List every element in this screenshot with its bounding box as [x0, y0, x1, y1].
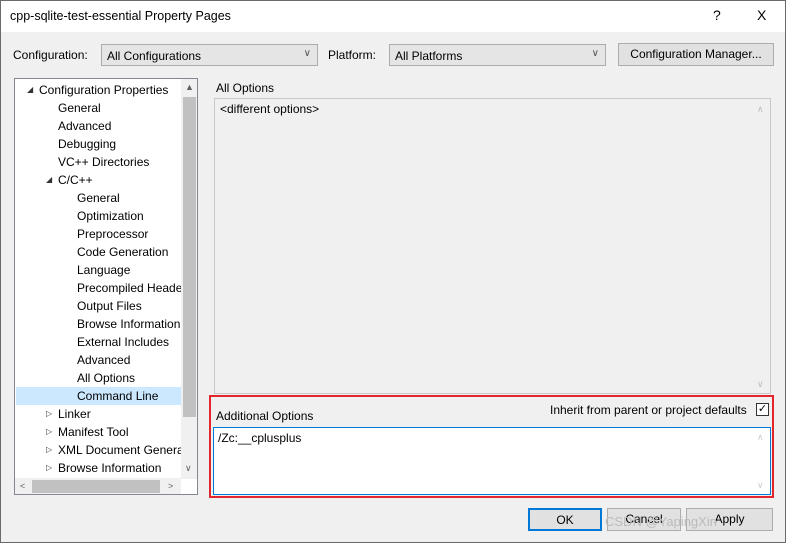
tree-item-label: Browse Information: [77, 317, 181, 331]
scroll-down-icon[interactable]: ∨: [185, 463, 192, 474]
chevron-down-icon: ∨: [303, 48, 311, 59]
tree-item-label: Advanced: [77, 353, 131, 367]
platform-value: All Platforms: [395, 49, 463, 63]
inherit-label: Inherit from parent or project defaults: [550, 403, 747, 417]
platform-select[interactable]: All Platforms ∨: [389, 44, 606, 66]
tree-horizontal-scrollbar[interactable]: < >: [15, 478, 181, 494]
all-options-label: All Options: [216, 81, 275, 95]
collapsed-arrow-icon[interactable]: ▷: [46, 441, 52, 459]
tree-item-label: Advanced: [58, 119, 112, 133]
close-button[interactable]: X: [757, 7, 766, 23]
ok-button[interactable]: OK: [528, 508, 602, 531]
tree-item-label: Precompiled Heade: [77, 281, 183, 295]
tree-item-label: Debugging: [58, 137, 117, 151]
scroll-up-icon[interactable]: ▲: [185, 82, 194, 92]
scroll-thumb[interactable]: [32, 480, 160, 493]
platform-label: Platform:: [328, 48, 377, 62]
tree-item-label: Browse Information: [58, 461, 162, 475]
additional-options-input[interactable]: /Zc:__cplusplus ∧ ∨: [213, 427, 771, 495]
tree-item-label: Language: [77, 263, 131, 277]
tree-item-label: External Includes: [77, 335, 170, 349]
collapsed-arrow-icon[interactable]: ▷: [46, 405, 52, 423]
tree-item-label: Configuration Properties: [39, 83, 169, 97]
additional-options-label: Additional Options: [216, 409, 314, 423]
configuration-value: All Configurations: [107, 49, 202, 63]
tree-item-label: Manifest Tool: [58, 425, 129, 439]
tree-item-label: Optimization: [77, 209, 144, 223]
all-options-value: <different options>: [220, 102, 320, 116]
title-bar: cpp-sqlite-test-essential Property Pages…: [1, 1, 785, 32]
configuration-manager-button[interactable]: Configuration Manager...: [618, 43, 774, 66]
configuration-select[interactable]: All Configurations ∨: [101, 44, 318, 66]
help-button[interactable]: ?: [713, 7, 721, 23]
tree-item-label: All Options: [77, 371, 136, 385]
chevron-down-icon: ∨: [591, 48, 599, 59]
scroll-down-icon[interactable]: ∨: [757, 379, 764, 390]
inherit-checkbox[interactable]: ✓: [756, 403, 769, 416]
expanded-arrow-icon[interactable]: ◢: [27, 81, 33, 99]
tree-item-label: C/C++: [58, 173, 93, 187]
all-options-box[interactable]: <different options> ∧ ∨: [214, 98, 771, 394]
tree-item-label: XML Document Genera: [58, 443, 184, 457]
tree-item-label: VC++ Directories: [58, 155, 150, 169]
tree-item-label: Preprocessor: [77, 227, 149, 241]
scroll-right-icon[interactable]: >: [168, 481, 173, 491]
tree-item[interactable]: Command Line: [16, 387, 181, 405]
property-pages-dialog: cpp-sqlite-test-essential Property Pages…: [0, 0, 786, 543]
tree-item-label: General: [77, 191, 120, 205]
expanded-arrow-icon[interactable]: ◢: [46, 171, 52, 189]
collapsed-arrow-icon[interactable]: ▷: [46, 459, 52, 477]
scroll-up-icon[interactable]: ∧: [757, 432, 764, 443]
scroll-up-icon[interactable]: ∧: [757, 104, 764, 115]
scroll-down-icon[interactable]: ∨: [757, 480, 764, 491]
scroll-thumb[interactable]: [183, 97, 196, 417]
tree-item-label: Command Line: [77, 389, 159, 403]
property-tree[interactable]: ▷ Browse Information ▷ XML Document Genera ▷…: [14, 78, 198, 495]
configuration-label: Configuration:: [13, 48, 88, 62]
tree-item-label: Linker: [58, 407, 91, 421]
tree-item-label: Code Generation: [77, 245, 169, 259]
tree-item-label: General: [58, 101, 101, 115]
collapsed-arrow-icon[interactable]: ▷: [46, 423, 52, 441]
additional-options-value: /Zc:__cplusplus: [218, 431, 302, 445]
scroll-left-icon[interactable]: <: [20, 481, 25, 491]
tree-item-label: Output Files: [77, 299, 142, 313]
window-title: cpp-sqlite-test-essential Property Pages: [10, 9, 231, 23]
tree-vertical-scrollbar[interactable]: ▲ ∨: [181, 79, 197, 479]
watermark: CSDN @YapingXin: [605, 514, 717, 529]
